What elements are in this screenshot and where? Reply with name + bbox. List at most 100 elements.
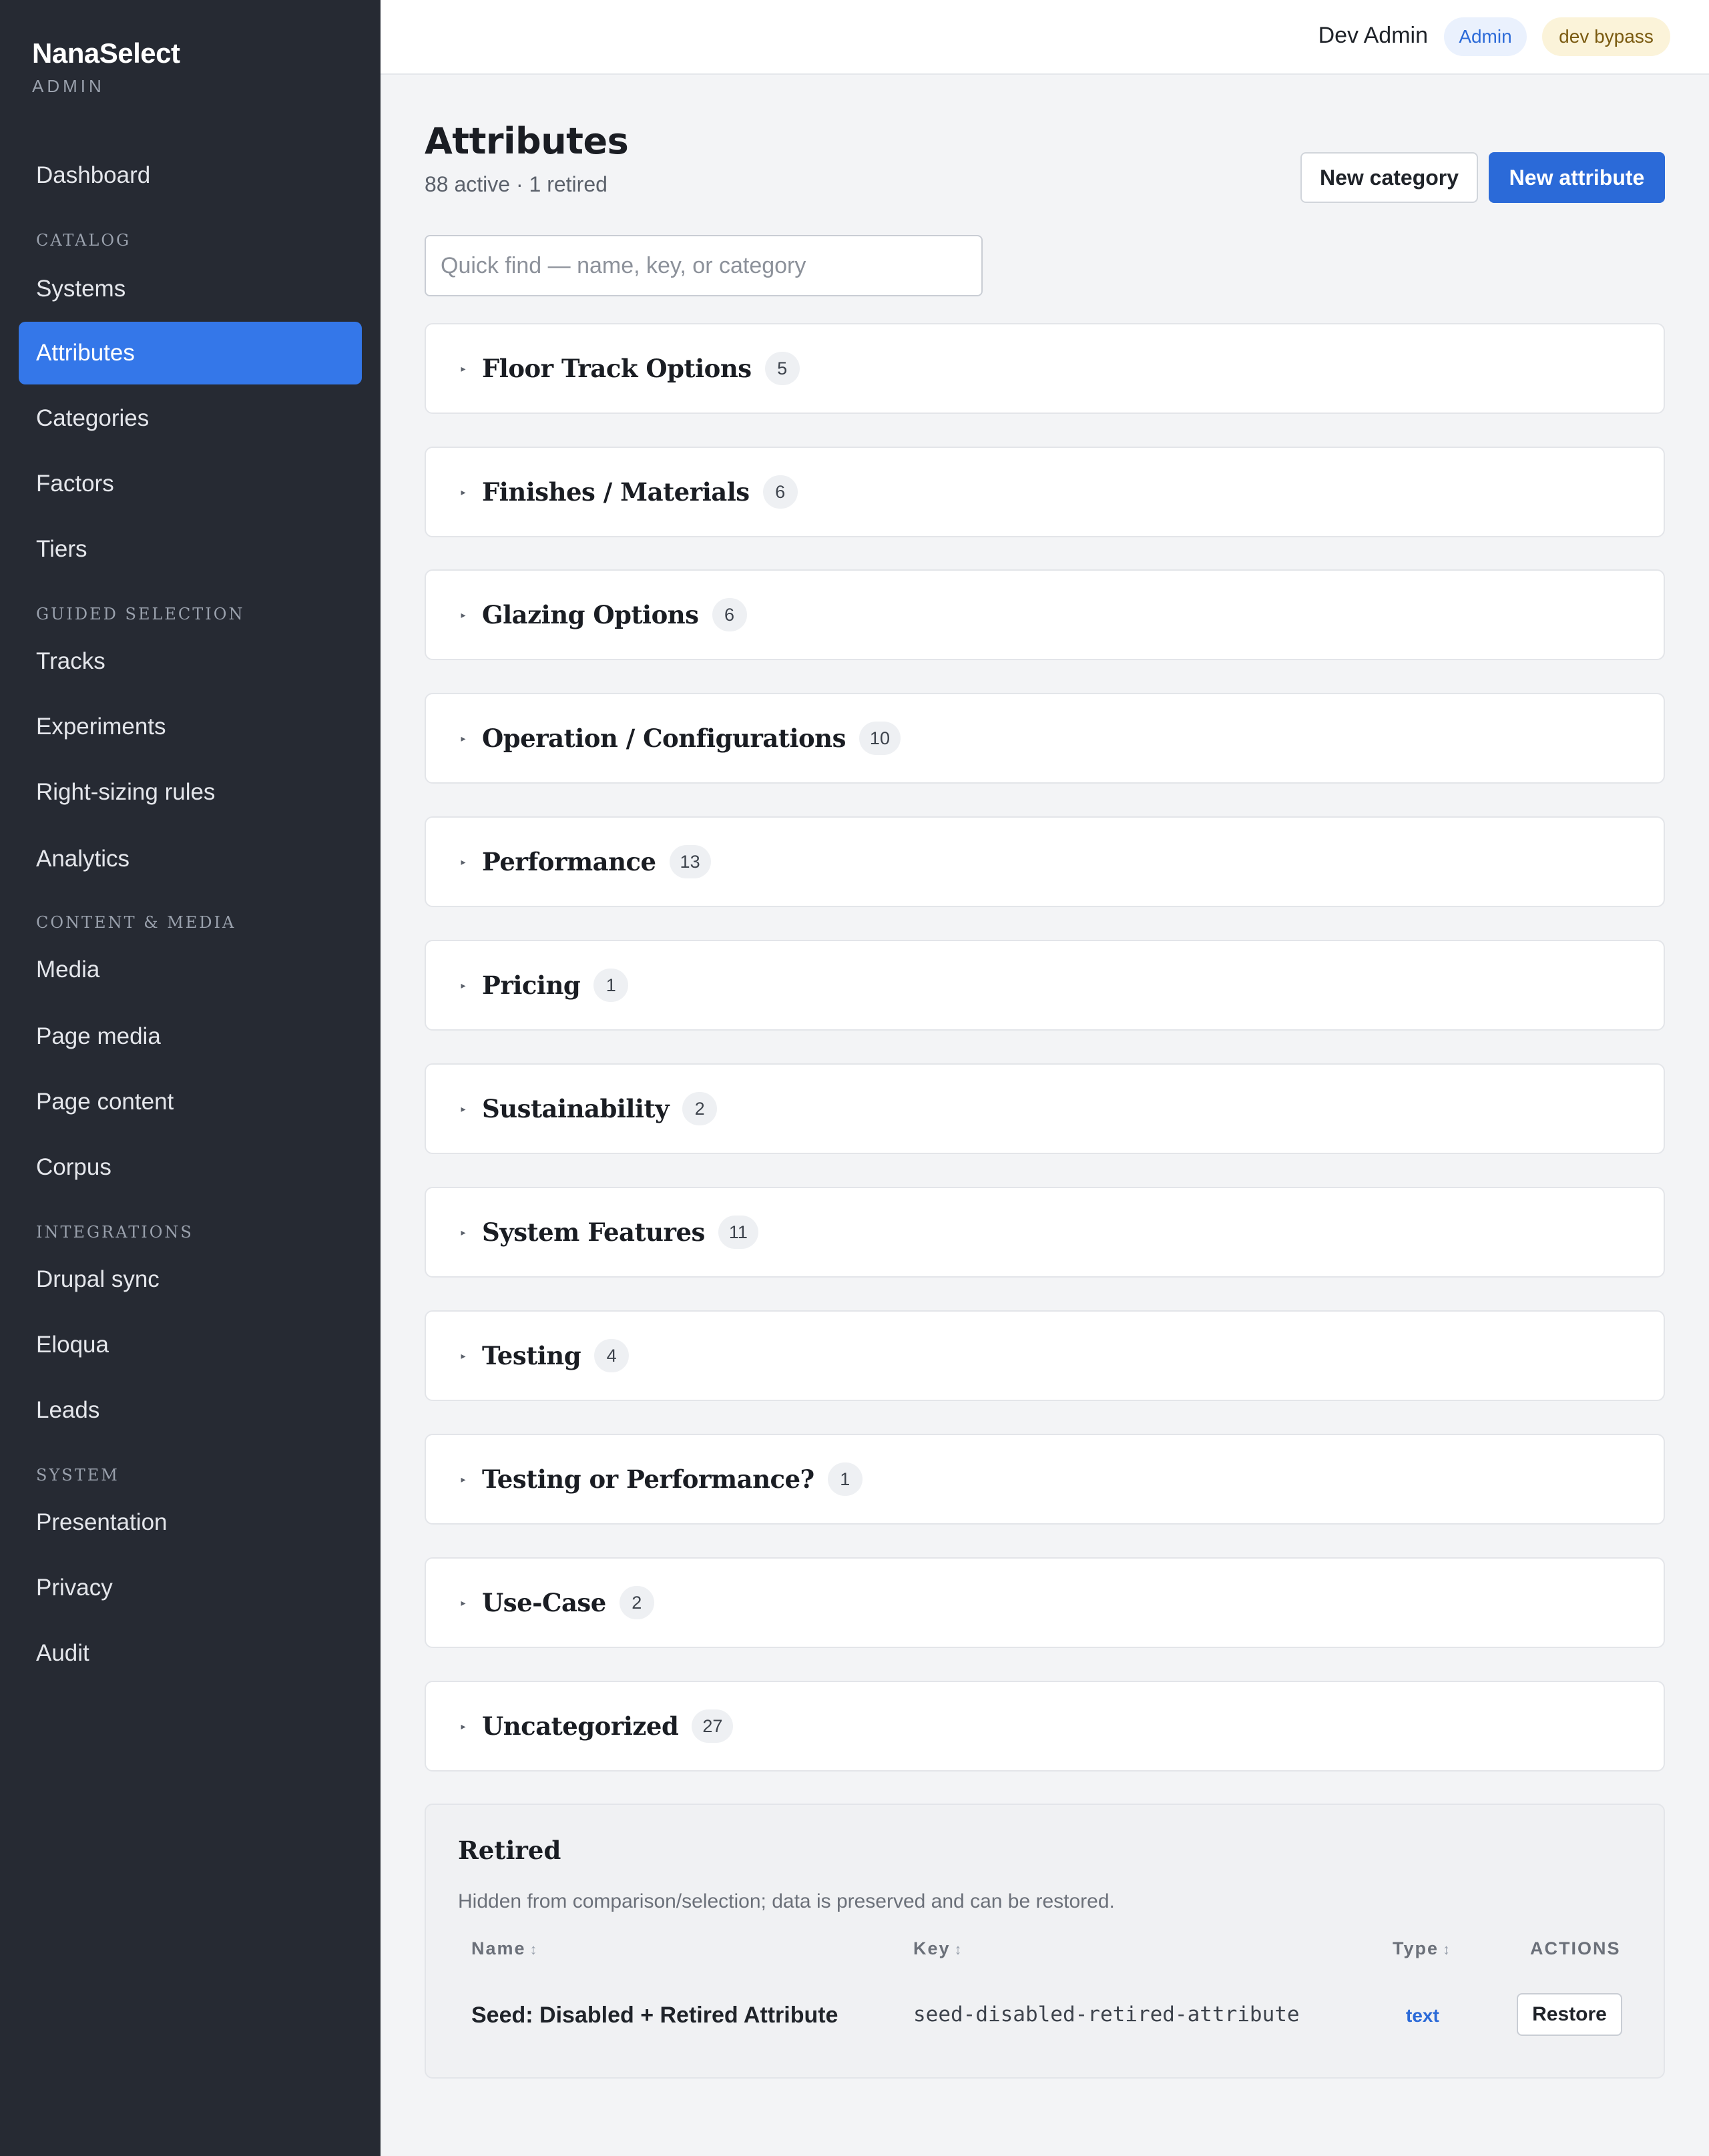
sidebar-item-tracks[interactable]: Tracks bbox=[19, 630, 362, 693]
caret-right-icon: ▸ bbox=[461, 609, 466, 620]
count-badge: 11 bbox=[718, 1216, 758, 1249]
sidebar-section-system: SYSTEM bbox=[36, 1466, 119, 1485]
role-badge: Admin bbox=[1444, 17, 1527, 56]
category-group-use-case[interactable]: ▸ Use-Case 2 bbox=[425, 1557, 1665, 1648]
retired-panel: Retired Hidden from comparison/selection… bbox=[425, 1804, 1665, 2079]
caret-right-icon: ▸ bbox=[461, 486, 466, 497]
column-header-actions: ACTIONS bbox=[1530, 1938, 1621, 1958]
caret-right-icon: ▸ bbox=[461, 362, 466, 374]
restore-button[interactable]: Restore bbox=[1517, 1993, 1622, 2036]
group-name: Sustainability bbox=[482, 1094, 670, 1123]
count-badge: 10 bbox=[859, 722, 901, 755]
sidebar-item-analytics[interactable]: Analytics bbox=[19, 828, 362, 890]
count-badge: 6 bbox=[712, 598, 747, 631]
brand-subtitle: ADMIN bbox=[32, 76, 105, 96]
retired-title: Retired bbox=[458, 1836, 561, 1865]
category-group-testing[interactable]: ▸ Testing 4 bbox=[425, 1310, 1665, 1401]
sidebar-item-corpus[interactable]: Corpus bbox=[19, 1136, 362, 1199]
sidebar-item-drupal-sync[interactable]: Drupal sync bbox=[19, 1248, 362, 1311]
sidebar-section-guided-selection: GUIDED SELECTION bbox=[36, 605, 245, 623]
count-badge: 6 bbox=[762, 475, 798, 509]
sidebar-section-integrations: INTEGRATIONS bbox=[36, 1223, 194, 1242]
count-badge: 13 bbox=[669, 845, 711, 878]
caret-right-icon: ▸ bbox=[461, 1720, 466, 1731]
sidebar-item-attributes[interactable]: Attributes bbox=[19, 322, 362, 384]
sidebar-item-dashboard[interactable]: Dashboard bbox=[19, 144, 362, 207]
group-name: Glazing Options bbox=[482, 600, 699, 629]
caret-right-icon: ▸ bbox=[461, 856, 466, 867]
sidebar-item-eloqua[interactable]: Eloqua bbox=[19, 1314, 362, 1376]
column-header-key[interactable]: Key ↕ bbox=[913, 1938, 963, 1959]
sidebar-item-media[interactable]: Media bbox=[19, 938, 362, 1001]
count-badge: 5 bbox=[764, 352, 800, 385]
category-group-performance[interactable]: ▸ Performance 13 bbox=[425, 816, 1665, 907]
category-group-operation-configurations[interactable]: ▸ Operation / Configurations 10 bbox=[425, 693, 1665, 784]
category-group-system-features[interactable]: ▸ System Features 11 bbox=[425, 1187, 1665, 1278]
sort-icon: ↕ bbox=[1443, 1941, 1452, 1958]
sidebar: NanaSelect ADMIN Dashboard CATALOG Syste… bbox=[0, 0, 381, 2156]
category-group-uncategorized[interactable]: ▸ Uncategorized 27 bbox=[425, 1681, 1665, 1772]
group-name: Testing bbox=[482, 1341, 581, 1370]
caret-right-icon: ▸ bbox=[461, 1597, 466, 1608]
sidebar-item-page-content[interactable]: Page content bbox=[19, 1071, 362, 1133]
category-group-floor-track-options[interactable]: ▸ Floor Track Options 5 bbox=[425, 323, 1665, 414]
page-subtitle: 88 active · 1 retired bbox=[425, 172, 607, 196]
sidebar-item-experiments[interactable]: Experiments bbox=[19, 696, 362, 758]
sidebar-section-content-media: CONTENT & MEDIA bbox=[36, 913, 236, 932]
count-badge: 1 bbox=[593, 969, 629, 1002]
user-name[interactable]: Dev Admin bbox=[1318, 23, 1428, 49]
group-name: Finishes / Materials bbox=[482, 477, 750, 507]
sidebar-item-presentation[interactable]: Presentation bbox=[19, 1491, 362, 1554]
new-category-button[interactable]: New category bbox=[1300, 152, 1478, 203]
sidebar-item-leads[interactable]: Leads bbox=[19, 1379, 362, 1442]
new-attribute-button[interactable]: New attribute bbox=[1489, 152, 1665, 203]
retired-row-type: text bbox=[1406, 2005, 1439, 2026]
brand-name: NanaSelect bbox=[32, 37, 180, 69]
sidebar-item-right-sizing-rules[interactable]: Right-sizing rules bbox=[19, 761, 362, 824]
count-badge: 2 bbox=[619, 1586, 654, 1619]
group-name: Testing or Performance? bbox=[482, 1464, 814, 1494]
column-header-label: Key bbox=[913, 1938, 951, 1958]
page-title: Attributes bbox=[425, 120, 629, 162]
caret-right-icon: ▸ bbox=[461, 732, 466, 744]
sidebar-item-privacy[interactable]: Privacy bbox=[19, 1557, 362, 1619]
group-name: Use-Case bbox=[482, 1588, 606, 1617]
category-group-glazing-options[interactable]: ▸ Glazing Options 6 bbox=[425, 569, 1665, 660]
retired-description: Hidden from comparison/selection; data i… bbox=[458, 1890, 1115, 1912]
count-badge: 2 bbox=[682, 1092, 718, 1125]
sidebar-section-catalog: CATALOG bbox=[36, 231, 132, 250]
category-group-sustainability[interactable]: ▸ Sustainability 2 bbox=[425, 1063, 1665, 1154]
caret-right-icon: ▸ bbox=[461, 1473, 466, 1485]
group-name: Operation / Configurations bbox=[482, 724, 846, 753]
sidebar-item-factors[interactable]: Factors bbox=[19, 453, 362, 515]
column-header-name[interactable]: Name ↕ bbox=[471, 1938, 539, 1959]
column-header-label: Name bbox=[471, 1938, 526, 1958]
count-badge: 27 bbox=[692, 1709, 734, 1743]
category-group-finishes-materials[interactable]: ▸ Finishes / Materials 6 bbox=[425, 447, 1665, 537]
topbar: Dev Admin Admin dev bypass bbox=[381, 0, 1709, 75]
column-header-type[interactable]: Type ↕ bbox=[1393, 1938, 1451, 1959]
column-header-label: Type bbox=[1393, 1938, 1439, 1958]
category-group-testing-or-performance[interactable]: ▸ Testing or Performance? 1 bbox=[425, 1434, 1665, 1525]
count-badge: 4 bbox=[594, 1339, 630, 1372]
sidebar-item-systems[interactable]: Systems bbox=[19, 258, 362, 320]
category-group-pricing[interactable]: ▸ Pricing 1 bbox=[425, 940, 1665, 1031]
sidebar-item-page-media[interactable]: Page media bbox=[19, 1005, 362, 1068]
dev-bypass-badge: dev bypass bbox=[1542, 17, 1670, 56]
sidebar-item-tiers[interactable]: Tiers bbox=[19, 518, 362, 581]
sort-icon: ↕ bbox=[954, 1941, 963, 1958]
group-name: System Features bbox=[482, 1218, 705, 1247]
group-name: Uncategorized bbox=[482, 1711, 679, 1741]
caret-right-icon: ▸ bbox=[461, 1226, 466, 1238]
group-name: Performance bbox=[482, 847, 656, 876]
caret-right-icon: ▸ bbox=[461, 1350, 466, 1361]
brand: NanaSelect ADMIN bbox=[32, 37, 180, 97]
retired-row-key: seed-disabled-retired-attribute bbox=[913, 2002, 1300, 2027]
caret-right-icon: ▸ bbox=[461, 979, 466, 991]
sidebar-item-audit[interactable]: Audit bbox=[19, 1622, 362, 1685]
quick-find-input[interactable] bbox=[425, 235, 983, 296]
retired-row-name: Seed: Disabled + Retired Attribute bbox=[471, 2002, 838, 2028]
sort-icon: ↕ bbox=[529, 1941, 539, 1958]
count-badge: 1 bbox=[827, 1462, 863, 1496]
sidebar-item-categories[interactable]: Categories bbox=[19, 387, 362, 450]
